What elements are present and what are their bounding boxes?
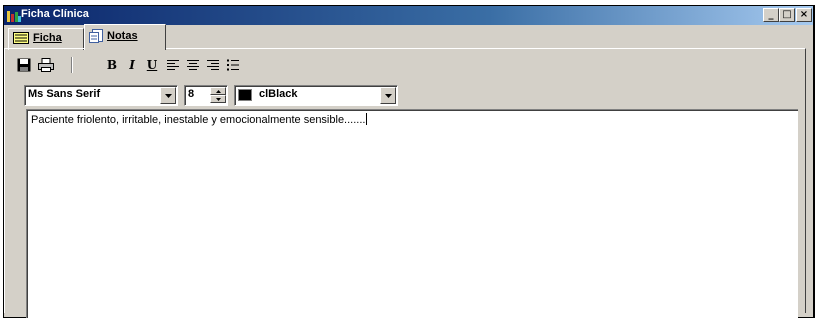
maximize-button[interactable]: □ [779, 8, 795, 22]
close-button[interactable]: × [796, 8, 812, 22]
color-swatch [238, 89, 252, 101]
format-toolbar: B I U [14, 55, 314, 77]
spin-down-icon [215, 97, 221, 101]
font-name-combo[interactable]: Ms Sans Serif [24, 85, 178, 106]
tab-ficha[interactable]: Ficha [8, 28, 84, 50]
save-button[interactable] [14, 55, 34, 75]
align-right-icon [207, 60, 219, 70]
spin-down-button[interactable] [210, 95, 226, 103]
window-title: Ficha Clínica [21, 8, 89, 20]
align-left-button[interactable] [163, 55, 183, 75]
minimize-button[interactable]: _ [763, 8, 779, 22]
font-color-dropdown-button[interactable] [380, 87, 396, 104]
font-size-spinner[interactable]: 8 [184, 85, 228, 106]
toolbar-separator [71, 57, 73, 73]
underline-icon: U [146, 58, 158, 72]
bullet-list-icon [227, 59, 239, 71]
font-size-value: 8 [188, 88, 195, 100]
print-button[interactable] [36, 55, 56, 75]
minimize-icon: _ [768, 9, 774, 20]
text-caret [366, 113, 368, 125]
underline-button[interactable]: U [142, 55, 162, 75]
bold-icon: B [106, 58, 118, 72]
notes-text-content: Paciente friolento, irritable, inestable… [31, 114, 366, 126]
font-size-spin-buttons [210, 87, 226, 104]
align-center-icon [187, 60, 199, 70]
align-left-icon [167, 60, 179, 70]
chevron-down-icon [384, 93, 392, 98]
app-icon [7, 11, 21, 22]
italic-button[interactable]: I [122, 55, 142, 75]
bullet-list-button[interactable] [223, 55, 243, 75]
title-bar[interactable]: Ficha Clínica _ □ × [4, 6, 813, 25]
bold-button[interactable]: B [102, 55, 122, 75]
notes-text: Paciente friolento, irritable, inestable… [31, 113, 368, 126]
card-file-icon [13, 32, 29, 45]
notes-page-icon [89, 29, 103, 43]
tab-notas[interactable]: Notas [84, 24, 166, 50]
font-name-value: Ms Sans Serif [28, 88, 101, 100]
maximize-icon: □ [782, 9, 792, 20]
close-icon: × [799, 9, 809, 20]
print-icon [38, 58, 54, 72]
font-color-combo[interactable]: clBlack [234, 85, 398, 106]
spin-up-icon [215, 89, 221, 93]
tab-notas-label: Notas [107, 29, 138, 42]
tab-ficha-label: Ficha [33, 32, 62, 44]
spin-up-button[interactable] [210, 87, 226, 95]
font-name-dropdown-button[interactable] [160, 87, 176, 104]
align-right-button[interactable] [203, 55, 223, 75]
font-color-value: clBlack [259, 88, 298, 100]
italic-icon: I [129, 58, 135, 72]
tab-strip: Ficha Notas [4, 24, 404, 50]
chevron-down-icon [164, 93, 172, 98]
align-center-button[interactable] [183, 55, 203, 75]
save-icon [17, 58, 31, 72]
notes-text-editor[interactable]: Paciente friolento, irritable, inestable… [26, 109, 798, 318]
